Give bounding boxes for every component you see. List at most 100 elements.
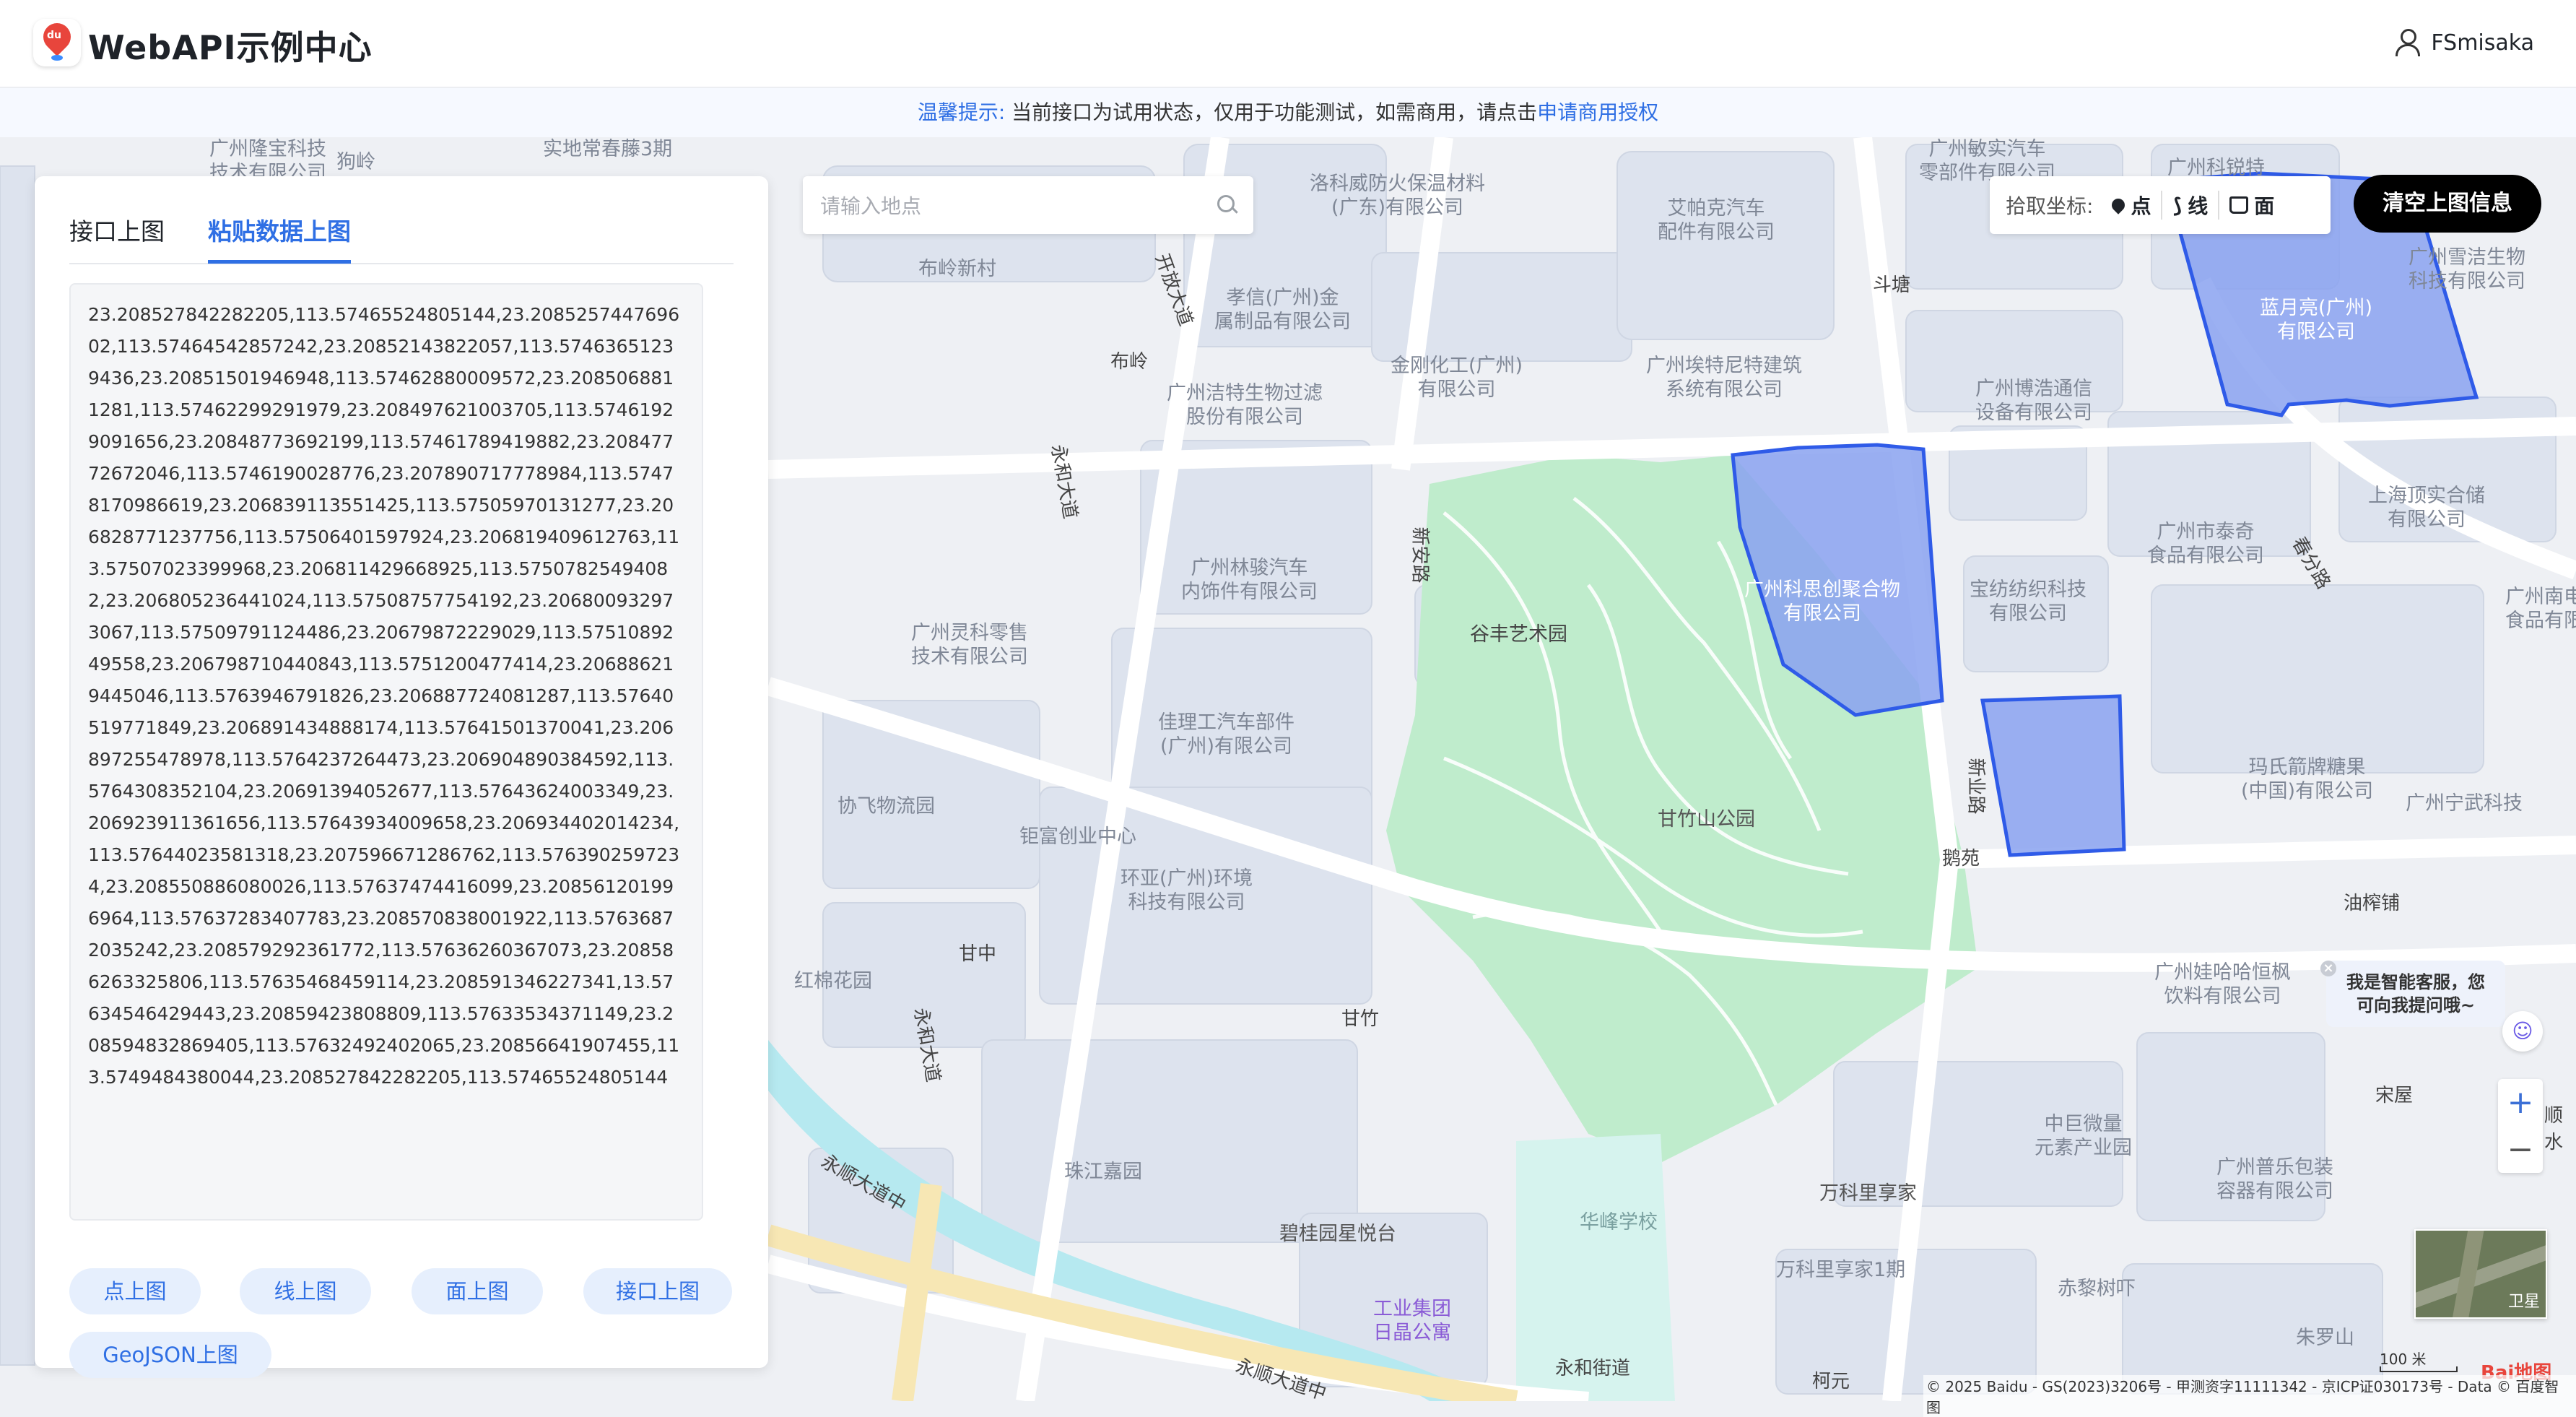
map-label-ganzhushan-park[interactable]: 甘竹山公园	[1658, 807, 1755, 831]
panel-tabs: 接口上图 粘贴数据上图	[69, 196, 734, 264]
map-label-xiefei[interactable]: 协飞物流园	[837, 794, 935, 818]
map-label-pule[interactable]: 广州普乐包装 容器有限公司	[2216, 1156, 2333, 1203]
road-label-xinye: 新业路	[1964, 758, 1987, 815]
map-label-biguiyuan[interactable]: 碧桂园星悦台	[1279, 1222, 1396, 1246]
baidu-map-logo-icon[interactable]: du	[33, 17, 81, 66]
map-label-wahaha[interactable]: 广州娃哈哈恒枫 饮料有限公司	[2154, 961, 2291, 1008]
notice-text: 当前接口为试用状态，仅用于功能测试，如需商用，请点击	[1011, 100, 1538, 124]
map-label-ri-jing[interactable]: 工业集团 日晶公寓	[1373, 1297, 1451, 1345]
map-copyright: © 2025 Baidu - GS(2023)3206号 - 甲测资字11111…	[1923, 1375, 2576, 1417]
map-label-aipake[interactable]: 艾帕克汽车 配件有限公司	[1658, 196, 1775, 244]
coordinate-data-textarea[interactable]: 23.208527842282205,113.57465524805144,23…	[69, 283, 703, 1221]
zoom-out-button[interactable]: −	[2498, 1126, 2543, 1173]
map-label-nandian[interactable]: 广州南电 食品有限	[2505, 585, 2576, 633]
pick-point-button[interactable]: 点	[2102, 191, 2161, 220]
map-label-gufeng[interactable]: 谷丰艺术园	[1470, 618, 1567, 646]
upload-panel: 接口上图 粘贴数据上图 23.208527842282205,113.57465…	[35, 176, 768, 1378]
map-label-ganzhu[interactable]: 甘竹	[1341, 1004, 1379, 1031]
line-upload-button[interactable]: 线上图	[240, 1268, 371, 1314]
map-label-zhuluoshan[interactable]: 朱罗山	[2296, 1326, 2354, 1350]
top-header: du WebAPI示例中心 FSmisaka	[0, 0, 2576, 88]
search-icon[interactable]	[1217, 195, 1235, 212]
map-label-baofang[interactable]: 宝纺纺织科技 有限公司	[1970, 578, 2087, 625]
map-label-yonghe-jiedao[interactable]: 永和街道	[1555, 1353, 1630, 1380]
pick-polygon-label: 面	[2254, 194, 2275, 218]
map-label-chilishuxia[interactable]: 赤黎树吓	[2058, 1277, 2136, 1301]
satellite-toggle[interactable]: 卫星	[2414, 1229, 2547, 1319]
chat-close-icon[interactable]: ×	[2320, 961, 2336, 976]
logo-dot	[51, 55, 63, 61]
polygon-upload-button[interactable]: 面上图	[412, 1268, 543, 1314]
pick-line-label: 线	[2188, 194, 2209, 218]
map-label-bohao[interactable]: 广州博浩通信 设备有限公司	[1975, 377, 2092, 425]
polygon-icon	[2229, 196, 2249, 214]
map-label-gouling[interactable]: 狗岭	[336, 150, 375, 174]
map-label-huafeng-school[interactable]: 华峰学校	[1580, 1210, 1658, 1234]
pick-polygon-button[interactable]: 面	[2218, 191, 2284, 220]
map-label-zhongju[interactable]: 中巨微量 元素产业园	[2035, 1112, 2132, 1160]
map-label-wanke-lixiangjia[interactable]: 万科里享家	[1819, 1182, 1917, 1205]
place-search-box	[803, 176, 1253, 235]
chatbot-icon[interactable]: ☺	[2502, 1011, 2543, 1052]
road-label-eyuan: 鹅苑	[1942, 848, 1980, 870]
chat-assistant-bubble[interactable]: × 我是智能客服，您 可向我提问哦~	[2320, 961, 2505, 1027]
map-label-jiete[interactable]: 广州洁特生物过滤 股份有限公司	[1167, 381, 1323, 429]
map-label-lanyueliang[interactable]: 蓝月亮(广州) 有限公司	[2260, 296, 2372, 344]
point-upload-button[interactable]: 点上图	[69, 1268, 201, 1314]
map-label-doutang[interactable]: 斗塘	[1873, 270, 1910, 297]
map-label-kesichuang[interactable]: 广州科思创聚合物 有限公司	[1744, 578, 1900, 625]
map-label-wanke-1qi[interactable]: 万科里享家1期	[1776, 1258, 1905, 1282]
user-menu[interactable]: FSmisaka	[2395, 26, 2534, 59]
logo-text: du	[47, 30, 61, 41]
map-label-shunshui[interactable]: 顺水	[2544, 1101, 2576, 1154]
map-label-buling-xincun[interactable]: 布岭新村	[918, 257, 996, 281]
place-search-input[interactable]	[819, 176, 1211, 235]
api-upload-button[interactable]: 接口上图	[583, 1268, 732, 1314]
pick-coordinate-toolbar: 拾取坐标: 点 ⟆ 线 面	[1990, 176, 2331, 234]
map-label-aiteniete[interactable]: 广州埃特尼特建筑 系统有限公司	[1646, 354, 1802, 402]
username: FSmisaka	[2431, 30, 2534, 56]
map-label-ganzhong[interactable]: 甘中	[959, 939, 996, 966]
clear-map-button[interactable]: 清空上图信息	[2354, 175, 2541, 233]
road-label-buling: 布岭	[1110, 351, 1149, 373]
map-label-jingang[interactable]: 金刚化工(广州) 有限公司	[1391, 354, 1523, 402]
chat-text-line2: 可向我提问哦~	[2356, 995, 2476, 1015]
map-label-jufu[interactable]: 钜富创业中心	[1019, 825, 1136, 849]
map-label-linjun[interactable]: 广州林骏汽车 内饰件有限公司	[1181, 556, 1318, 604]
map-label-lingke[interactable]: 广州灵科零售 技术有限公司	[911, 621, 1028, 669]
notice-bar: 温馨提示: 当前接口为试用状态，仅用于功能测试，如需商用，请点击申请商用授权	[0, 88, 2576, 137]
map-label-ningwu[interactable]: 广州宁武科技	[2406, 792, 2523, 815]
notice-label: 温馨提示:	[917, 100, 1006, 124]
zoom-control: + −	[2498, 1079, 2543, 1173]
map-label-shidi[interactable]: 实地常春藤3期	[543, 137, 672, 161]
geojson-upload-button[interactable]: GeoJSON上图	[69, 1332, 271, 1378]
map-label-zhujiang-jiayuan[interactable]: 珠江嘉园	[1064, 1160, 1142, 1184]
chat-text-line1: 我是智能客服，您	[2346, 972, 2485, 992]
tab-api-upload[interactable]: 接口上图	[69, 212, 165, 247]
map-label-songwu[interactable]: 宋屋	[2375, 1080, 2413, 1107]
polyline-icon: ⟆	[2172, 193, 2183, 217]
user-icon	[2395, 29, 2421, 56]
scale-text: 100 米	[2380, 1351, 2427, 1368]
pick-label: 拾取坐标:	[2006, 194, 2094, 218]
satellite-label: 卫星	[2507, 1293, 2540, 1311]
pick-point-label: 点	[2131, 194, 2151, 218]
map-label-luokewei[interactable]: 洛科威防火保温材料 (广东)有限公司	[1310, 172, 1485, 220]
map-pin-icon	[2109, 196, 2128, 214]
map-label-mashi[interactable]: 玛氏箭牌糖果 (中国)有限公司	[2241, 755, 2373, 803]
map-label-xuejie[interactable]: 广州雪洁生物 科技有限公司	[2409, 246, 2525, 293]
brand-title[interactable]: WebAPI示例中心	[88, 22, 373, 69]
map-label-dingshi[interactable]: 上海顶实合储 有限公司	[2368, 484, 2485, 532]
map-label-huanya[interactable]: 环亚(广州)环境 科技有限公司	[1121, 867, 1253, 914]
map-label-jiaoligong[interactable]: 佳理工汽车部件 (广州)有限公司	[1158, 711, 1294, 758]
map-label-xiaoxin[interactable]: 孝信(广州)金 属制品有限公司	[1214, 286, 1351, 334]
road-label-xinan: 新安路	[1409, 526, 1431, 584]
apply-license-link[interactable]: 申请商用授权	[1537, 100, 1658, 124]
map-label-taiqi[interactable]: 广州市泰奇 食品有限公司	[2147, 520, 2264, 568]
pick-line-button[interactable]: ⟆ 线	[2161, 191, 2218, 220]
map-label-hongmian[interactable]: 红棉花园	[794, 969, 872, 993]
tab-paste-data-upload[interactable]: 粘贴数据上图	[208, 212, 351, 264]
map-label-youzhapu[interactable]: 油榨铺	[2344, 888, 2400, 915]
map-label-keyuan[interactable]: 柯元	[1812, 1366, 1850, 1393]
zoom-in-button[interactable]: +	[2498, 1079, 2543, 1126]
